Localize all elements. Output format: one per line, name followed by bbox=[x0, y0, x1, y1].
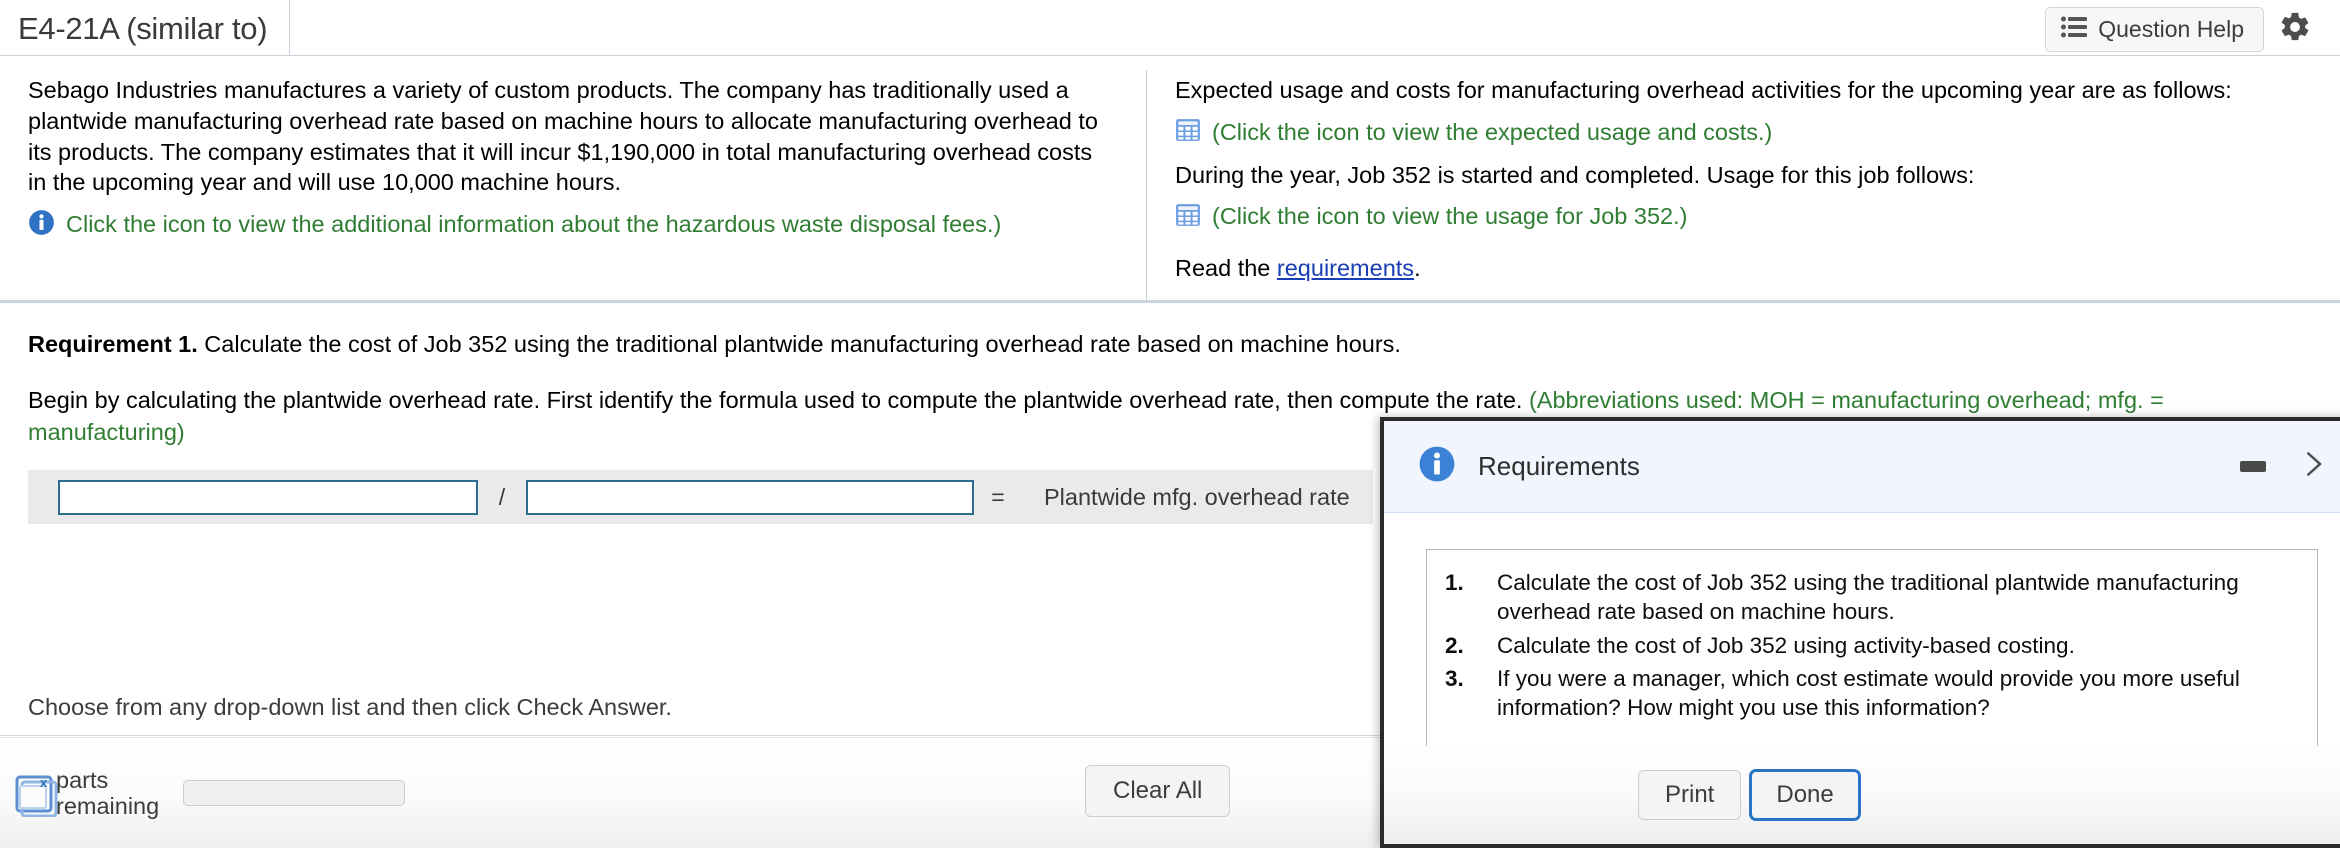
hazardous-fees-link-row[interactable]: Click the icon to view the additional in… bbox=[28, 209, 1100, 241]
statement-right-panel: Expected usage and costs for manufacturi… bbox=[1147, 70, 2340, 300]
list-item-number: 2. bbox=[1445, 632, 1464, 658]
info-icon bbox=[1418, 445, 1456, 488]
read-suffix: . bbox=[1414, 254, 1421, 281]
job-usage-line: During the year, Job 352 is started and … bbox=[1175, 161, 1975, 188]
problem-statement: Sebago Industries manufactures a variety… bbox=[0, 56, 2340, 303]
list-item: 3. If you were a manager, which cost est… bbox=[1445, 664, 2291, 723]
requirements-dialog: Requirements 1. Calculate the cost of Jo… bbox=[1380, 417, 2340, 848]
table-icon[interactable] bbox=[1175, 202, 1201, 233]
clear-all-button[interactable]: Clear All bbox=[1085, 765, 1231, 817]
question-help-label: Question Help bbox=[2098, 16, 2244, 42]
svg-text:x: x bbox=[40, 775, 48, 790]
job-usage-link[interactable]: (Click the icon to view the usage for Jo… bbox=[1212, 202, 1687, 231]
list-item-text: Calculate the cost of Job 352 using acti… bbox=[1497, 632, 2075, 658]
done-button[interactable]: Done bbox=[1749, 769, 1861, 821]
parts-remaining-group: x parts remaining bbox=[14, 766, 406, 820]
requirement-heading: Requirement 1. Calculate the cost of Job… bbox=[28, 329, 2312, 360]
minimize-icon[interactable] bbox=[2240, 461, 2266, 472]
list-item-number: 3. bbox=[1445, 665, 1464, 691]
broken-image-icon: x bbox=[14, 769, 62, 818]
gear-icon[interactable] bbox=[2278, 10, 2312, 49]
close-icon[interactable] bbox=[2300, 449, 2330, 484]
list-item: 2. Calculate the cost of Job 352 using a… bbox=[1445, 631, 2291, 660]
job-usage-link-row[interactable]: (Click the icon to view the usage for Jo… bbox=[1175, 202, 2312, 233]
begin-text: Begin by calculating the plantwide overh… bbox=[28, 387, 1529, 414]
list-item-text: Calculate the cost of Job 352 using the … bbox=[1497, 570, 2239, 625]
list-item-text: If you were a manager, which cost estima… bbox=[1497, 665, 2240, 720]
expected-usage-link-row[interactable]: (Click the icon to view the expected usa… bbox=[1175, 117, 2312, 148]
read-requirements-line: Read the requirements. bbox=[1175, 255, 2312, 282]
statement-left-panel: Sebago Industries manufactures a variety… bbox=[0, 70, 1147, 300]
list-icon bbox=[2061, 16, 2088, 43]
dialog-controls bbox=[2240, 449, 2340, 484]
division-operator: / bbox=[498, 483, 506, 510]
list-item-number: 1. bbox=[1445, 570, 1464, 595]
requirements-list: 1. Calculate the cost of Job 352 using t… bbox=[1445, 568, 2291, 722]
parts-remaining-label: parts remaining bbox=[56, 766, 160, 819]
dialog-title: Requirements bbox=[1478, 451, 1640, 481]
expected-usage-link[interactable]: (Click the icon to view the expected usa… bbox=[1212, 118, 1772, 147]
dialog-footer: Print Done bbox=[1384, 746, 2340, 844]
dialog-body: 1. Calculate the cost of Job 352 using t… bbox=[1384, 513, 2340, 746]
read-prefix: Read the bbox=[1175, 254, 1277, 281]
statement-paragraph: Sebago Industries manufactures a variety… bbox=[28, 77, 1098, 196]
progress-bar[interactable] bbox=[183, 780, 406, 806]
equals-operator: = bbox=[991, 483, 1005, 510]
requirement-label: Requirement 1. bbox=[28, 330, 198, 357]
app-header: E4-21A (similar to) Question Help bbox=[0, 0, 2340, 56]
header-actions: Question Help bbox=[2045, 0, 2340, 52]
dialog-header: Requirements bbox=[1384, 421, 2340, 513]
requirements-link[interactable]: requirements bbox=[1277, 255, 1414, 281]
question-title-tab: E4-21A (similar to) bbox=[0, 0, 291, 55]
expected-usage-line: Expected usage and costs for manufacturi… bbox=[1175, 77, 2232, 103]
list-item: 1. Calculate the cost of Job 352 using t… bbox=[1445, 568, 2291, 627]
hazardous-fees-link[interactable]: Click the icon to view the additional in… bbox=[66, 210, 1001, 239]
denominator-input[interactable] bbox=[526, 479, 974, 515]
numerator-input[interactable] bbox=[58, 479, 478, 515]
requirement-text: Calculate the cost of Job 352 using the … bbox=[197, 330, 1401, 357]
print-button[interactable]: Print bbox=[1638, 770, 1742, 820]
formula-row: / = Plantwide mfg. overhead rate bbox=[28, 470, 1373, 525]
formula-result-label: Plantwide mfg. overhead rate bbox=[1044, 483, 1350, 510]
question-workspace: E4-21A (similar to) Question Help Sebago… bbox=[0, 0, 2340, 848]
info-icon[interactable] bbox=[28, 209, 55, 241]
question-help-button[interactable]: Question Help bbox=[2045, 7, 2264, 52]
table-icon[interactable] bbox=[1175, 117, 1201, 148]
page-title: E4-21A (similar to) bbox=[18, 11, 268, 46]
requirements-list-box: 1. Calculate the cost of Job 352 using t… bbox=[1426, 549, 2318, 746]
